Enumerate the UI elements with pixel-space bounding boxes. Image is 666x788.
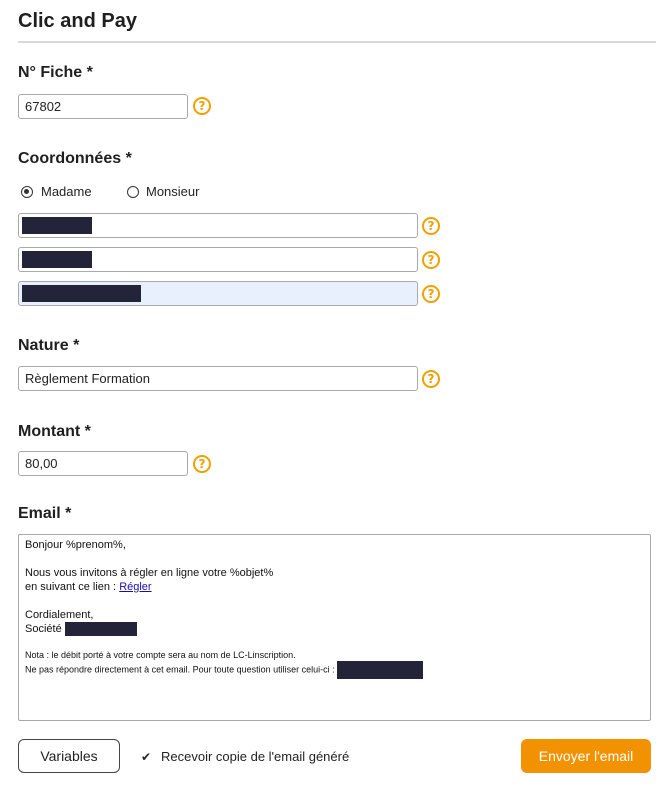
redacted-block — [22, 285, 141, 302]
page-title: Clic and Pay — [18, 10, 137, 32]
coordonnees-field-3[interactable] — [18, 281, 418, 306]
pay-link[interactable]: Régler — [119, 581, 151, 593]
redacted-block — [64, 622, 137, 637]
email-line-1: Nous vous invitons à régler en ligne vot… — [25, 567, 274, 579]
email-line-2: en suivant ce lien : Régler — [25, 580, 644, 594]
montant-input[interactable]: 80,00 — [18, 451, 188, 476]
fiche-help-icon[interactable]: ? — [193, 97, 211, 115]
coordonnees-field-1-help-icon[interactable]: ? — [422, 217, 440, 235]
nature-label: Nature * — [18, 337, 80, 354]
send-email-button[interactable]: Envoyer l'email — [521, 739, 651, 773]
monsieur-radio-label[interactable]: Monsieur — [146, 184, 199, 199]
nature-help-icon[interactable]: ? — [422, 370, 440, 388]
redacted-block — [22, 217, 92, 234]
email-body-textarea[interactable]: Bonjour %prenom%, Nous vous invitons à r… — [18, 534, 651, 721]
madame-radio[interactable] — [21, 186, 33, 198]
coordonnees-label: Coordonnées * — [18, 150, 132, 167]
email-greeting: Bonjour %prenom%, — [25, 539, 126, 551]
nature-input[interactable]: Règlement Formation — [18, 366, 418, 391]
title-divider — [18, 41, 656, 43]
copy-email-label[interactable]: Recevoir copie de l'email généré — [161, 749, 349, 764]
monsieur-radio[interactable] — [127, 186, 139, 198]
redacted-block — [337, 661, 424, 680]
email-company-prefix: Société — [25, 623, 62, 635]
email-line-2-prefix: en suivant ce lien : — [25, 581, 117, 593]
montant-help-icon[interactable]: ? — [193, 455, 211, 473]
coordonnees-field-2-help-icon[interactable]: ? — [422, 251, 440, 269]
email-closing: Cordialement, — [25, 609, 94, 621]
coordonnees-field-3-help-icon[interactable]: ? — [422, 285, 440, 303]
fiche-input[interactable]: 67802 — [18, 94, 188, 119]
email-label: Email * — [18, 505, 72, 522]
coordonnees-field-2[interactable] — [18, 247, 418, 272]
email-note-2: Ne pas répondre directement à cet email.… — [25, 661, 644, 680]
madame-radio-label[interactable]: Madame — [41, 184, 92, 199]
email-company: Société — [25, 622, 644, 637]
coordonnees-field-1[interactable] — [18, 213, 418, 238]
email-note-2-text: Ne pas répondre directement à cet email.… — [25, 664, 335, 675]
variables-button[interactable]: Variables — [18, 739, 120, 773]
fiche-label: N° Fiche * — [18, 64, 93, 81]
montant-label: Montant * — [18, 423, 91, 440]
email-note-1: Nota : le débit porté à votre compte ser… — [25, 650, 296, 661]
copy-email-checkbox[interactable]: ✔ — [141, 751, 153, 763]
redacted-block — [22, 251, 92, 268]
